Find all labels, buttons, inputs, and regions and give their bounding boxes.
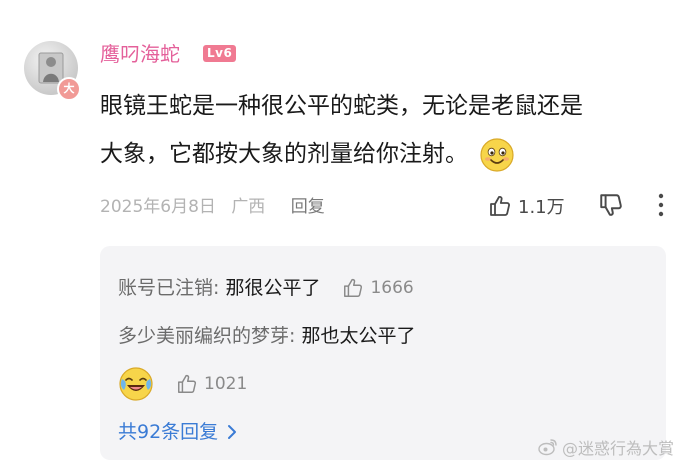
comment-text-line-2-content: 大象，它都按大象的剂量给你注射。 [100,141,468,167]
reply-item-1[interactable]: 账号已注销: 那很公平了 1666 [118,274,414,302]
comment-text-line-2: 大象，它都按大象的剂量给你注射。 [100,130,600,178]
comment-region: 广西 [231,197,266,217]
thumbs-down-icon[interactable] [598,192,624,218]
reply-separator: : [289,325,302,347]
username[interactable]: 鹰叼海蛇 [100,41,180,67]
reply-author[interactable]: 账号已注销 [118,277,213,299]
smile-emoji-icon [480,137,514,172]
reply-separator: : [213,277,226,299]
watermark: @迷惑行為大賞 [538,435,674,459]
weibo-logo-icon [538,439,557,456]
reply-like-count: 1666 [370,278,414,298]
reply-text: 那也太公平了 [301,325,416,347]
thumbs-up-icon [178,374,197,393]
reply-item-2[interactable]: 多少美丽编织的梦芽: 那也太公平了 [118,322,415,350]
view-more-replies-link[interactable]: 共92条回复 [118,418,238,446]
like-count: 1.1万 [518,197,565,218]
like-button[interactable]: 1.1万 [488,191,565,221]
comment-text-line-1: 眼镜王蛇是一种很公平的蛇类，无论是老鼠还是 [100,93,583,119]
reply-author[interactable]: 多少美丽编织的梦芽 [118,325,289,347]
chevron-right-icon [228,425,237,439]
reply-text: 那很公平了 [225,277,321,299]
thumbs-up-icon [344,278,363,297]
reply-button[interactable]: 回复 [291,197,325,217]
comment-meta: 2025年6月8日 广西 回复 [100,194,325,220]
avatar-badge: 大 [57,77,81,101]
more-replies-label: 共92条回复 [118,421,219,443]
more-options-icon[interactable] [654,192,668,218]
comment-date: 2025年6月8日 [100,197,216,217]
watermark-text: @迷惑行為大賞 [561,439,674,458]
reply-item-2-extra: 1021 [118,364,247,404]
level-badge: Lv6 [203,45,237,62]
laughing-crying-emoji-icon [119,367,153,401]
replies-panel: 账号已注销: 那很公平了 1666 多少美丽编织的梦芽: 那也太公平了 1021… [100,246,666,460]
comment-text: 眼镜王蛇是一种很公平的蛇类，无论是老鼠还是 大象，它都按大象的剂量给你注射。 [100,82,600,178]
reply-like-count: 1021 [204,374,248,394]
reply-like-button[interactable]: 1021 [176,373,247,395]
reply-like-button[interactable]: 1666 [342,274,414,302]
thumbs-up-icon [490,195,510,216]
